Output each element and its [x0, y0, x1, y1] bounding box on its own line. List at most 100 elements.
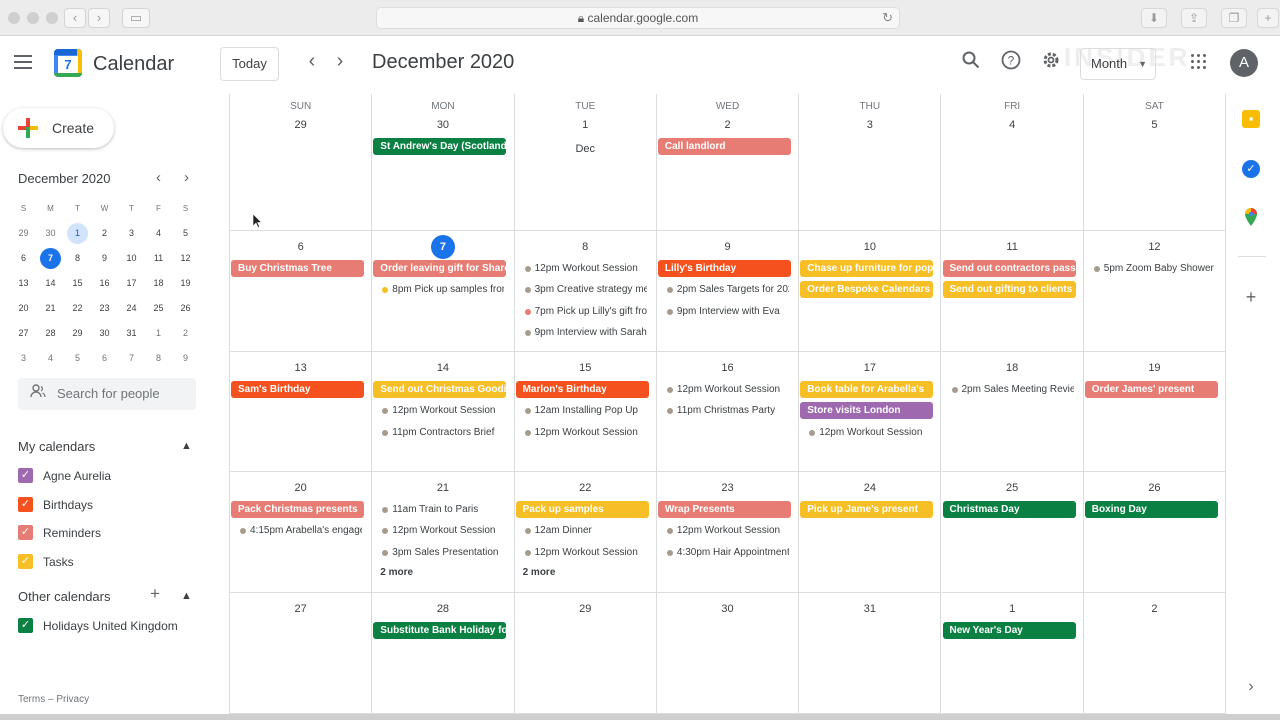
checkbox-checked-icon[interactable]: ✓	[18, 553, 33, 569]
timed-event[interactable]: 11pm Christmas Party	[659, 402, 789, 419]
day-cell[interactable]: 11 Send out contractors passes Send out gi…	[941, 231, 1084, 352]
event-chip[interactable]: Sam's Birthday	[231, 381, 364, 398]
day-number[interactable]: 6	[230, 235, 371, 259]
mini-day[interactable]: 11	[145, 248, 172, 273]
day-number[interactable]: 9	[657, 235, 798, 259]
timed-event[interactable]: 3pm Creative strategy meeting	[517, 281, 647, 298]
mini-day[interactable]: 25	[145, 298, 172, 323]
day-number[interactable]: 20	[230, 476, 371, 500]
mini-day[interactable]: 15	[64, 273, 91, 298]
day-number[interactable]: 19	[1084, 356, 1225, 380]
checkbox-checked-icon[interactable]: ✓	[18, 525, 33, 540]
google-apps-icon[interactable]	[1191, 54, 1207, 70]
day-cell[interactable]: 25 Christmas Day	[941, 472, 1084, 593]
next-period-icon[interactable]: ›	[330, 50, 350, 73]
day-number[interactable]: 22	[515, 476, 656, 500]
day-number[interactable]: 27	[230, 597, 371, 621]
mini-day[interactable]: 10	[118, 248, 145, 273]
keep-icon[interactable]: ▪	[1242, 110, 1260, 128]
mini-day[interactable]: 29	[10, 223, 37, 248]
day-number[interactable]: 28	[372, 597, 513, 621]
create-button[interactable]: Create	[3, 108, 114, 148]
timed-event[interactable]: 12pm Workout Session	[659, 522, 789, 539]
mini-day[interactable]: 9	[172, 348, 199, 373]
day-number[interactable]: 29	[230, 113, 371, 137]
mini-day[interactable]: 1	[145, 323, 172, 348]
more-events-link[interactable]: 2 more	[380, 567, 413, 578]
add-other-calendar-icon[interactable]: +	[150, 584, 160, 604]
day-cell[interactable]: 17 Book table for Arabella's Store visits …	[799, 352, 942, 472]
day-cell[interactable]: 30	[656, 593, 800, 714]
event-chip[interactable]: Order Bespoke Calendars	[800, 281, 934, 299]
checkbox-checked-icon[interactable]: ✓	[18, 618, 33, 633]
timed-event[interactable]: 12pm Workout Session	[659, 381, 789, 398]
minimize-window-button[interactable]	[27, 12, 39, 24]
more-events-link[interactable]: 2 more	[523, 567, 556, 578]
mini-day[interactable]: 26	[172, 298, 199, 323]
timed-event[interactable]: 12pm Workout Session	[374, 522, 504, 539]
day-number[interactable]: 25	[942, 476, 1083, 500]
day-cell[interactable]: 21 11am Train to Paris 12pm Workout Sessio…	[372, 472, 515, 593]
mini-day[interactable]: 13	[10, 273, 37, 298]
day-cell[interactable]: 20 Pack Christmas presents 4:15pm Arabella…	[230, 472, 373, 593]
mini-day[interactable]: 3	[118, 223, 145, 248]
day-cell[interactable]: 7 Order leaving gift for Sharon 8pm Pick u…	[372, 231, 515, 352]
day-cell[interactable]: MON 30 St Andrew's Day (Scotland)	[372, 94, 515, 231]
day-cell[interactable]: 24 Pick up Jame's present	[799, 472, 942, 593]
mini-day[interactable]: 30	[91, 323, 118, 348]
day-cell[interactable]: 28Substitute Bank Holiday for Boxing Day	[372, 593, 515, 714]
day-number[interactable]: 8	[515, 235, 656, 259]
day-cell[interactable]: 31	[799, 593, 942, 714]
mini-day[interactable]: 6	[10, 248, 37, 273]
event-chip[interactable]: Marlon's Birthday	[515, 381, 649, 398]
timed-event[interactable]: 9pm Interview with Eva	[659, 303, 789, 320]
mini-day[interactable]: 5	[64, 348, 91, 373]
mini-day[interactable]: 18	[145, 273, 172, 298]
day-cell[interactable]: 16 12pm Workout Session 11pm Christmas Par…	[656, 352, 800, 472]
day-number[interactable]: 5	[1084, 113, 1225, 137]
event-chip[interactable]: Substitute Bank Holiday for Boxing Day	[373, 622, 507, 639]
day-number[interactable]: 1 Dec	[515, 113, 656, 155]
event-chip[interactable]: Boxing Day	[1084, 501, 1218, 518]
day-number[interactable]: 30	[657, 597, 798, 621]
day-cell[interactable]: FRI 4	[941, 94, 1084, 231]
day-number[interactable]: 30	[372, 113, 513, 137]
timed-event[interactable]: 11am Train to Paris	[374, 501, 504, 518]
day-number[interactable]: 2	[657, 113, 798, 137]
event-chip[interactable]: Pack up samples	[515, 501, 649, 518]
timed-event[interactable]: 12pm Workout Session	[374, 402, 504, 419]
day-cell[interactable]: 14 Send out Christmas Goodies 12pm Workout…	[372, 352, 515, 472]
mini-day[interactable]: 20	[10, 298, 37, 323]
mini-day[interactable]: 9	[91, 248, 118, 273]
event-chip[interactable]: Chase up furniture for pop up	[800, 260, 934, 277]
event-chip[interactable]: Pick up Jame's present	[800, 501, 934, 518]
collapse-other-calendars-icon[interactable]: ▲	[181, 590, 192, 602]
day-cell[interactable]: 9 Lilly's Birthday 2pm Sales Targets for 2…	[656, 231, 800, 352]
day-cell[interactable]: 18 2pm Sales Meeting Review	[941, 352, 1084, 472]
mini-next-month-icon[interactable]: ›	[184, 169, 189, 186]
event-chip[interactable]: Send out contractors passes	[942, 260, 1076, 277]
mini-day[interactable]: 31	[118, 323, 145, 348]
mini-day[interactable]: 21	[37, 298, 64, 323]
timed-event[interactable]: 4:15pm Arabella's engagement	[232, 522, 362, 539]
mini-day[interactable]: 19	[172, 273, 199, 298]
day-number[interactable]: 26	[1084, 476, 1225, 500]
day-cell[interactable]: 6 Buy Christmas Tree	[230, 231, 373, 352]
timed-event[interactable]: 2pm Sales Meeting Review	[944, 381, 1074, 398]
mini-day[interactable]: 27	[10, 323, 37, 348]
my-calendars-heading[interactable]: My calendars	[18, 439, 95, 454]
day-number[interactable]: 16	[657, 356, 798, 380]
new-tab-icon[interactable]: +	[1257, 8, 1279, 28]
checkbox-checked-icon[interactable]: ✓	[18, 468, 33, 483]
search-people-input[interactable]: Search for people	[18, 378, 196, 410]
day-number[interactable]: 17	[799, 356, 940, 380]
timed-event[interactable]: 12pm Workout Session	[517, 260, 647, 277]
mini-day[interactable]: 3	[10, 348, 37, 373]
day-number[interactable]: 24	[799, 476, 940, 500]
day-number[interactable]: 2	[1084, 597, 1225, 621]
search-icon[interactable]	[958, 50, 984, 76]
timed-event[interactable]: 12am Installing Pop Up	[517, 402, 647, 419]
mini-day[interactable]: 2	[91, 223, 118, 248]
event-chip[interactable]: Pack Christmas presents	[231, 501, 364, 518]
timed-event[interactable]: 3pm Sales Presentation	[374, 544, 504, 561]
